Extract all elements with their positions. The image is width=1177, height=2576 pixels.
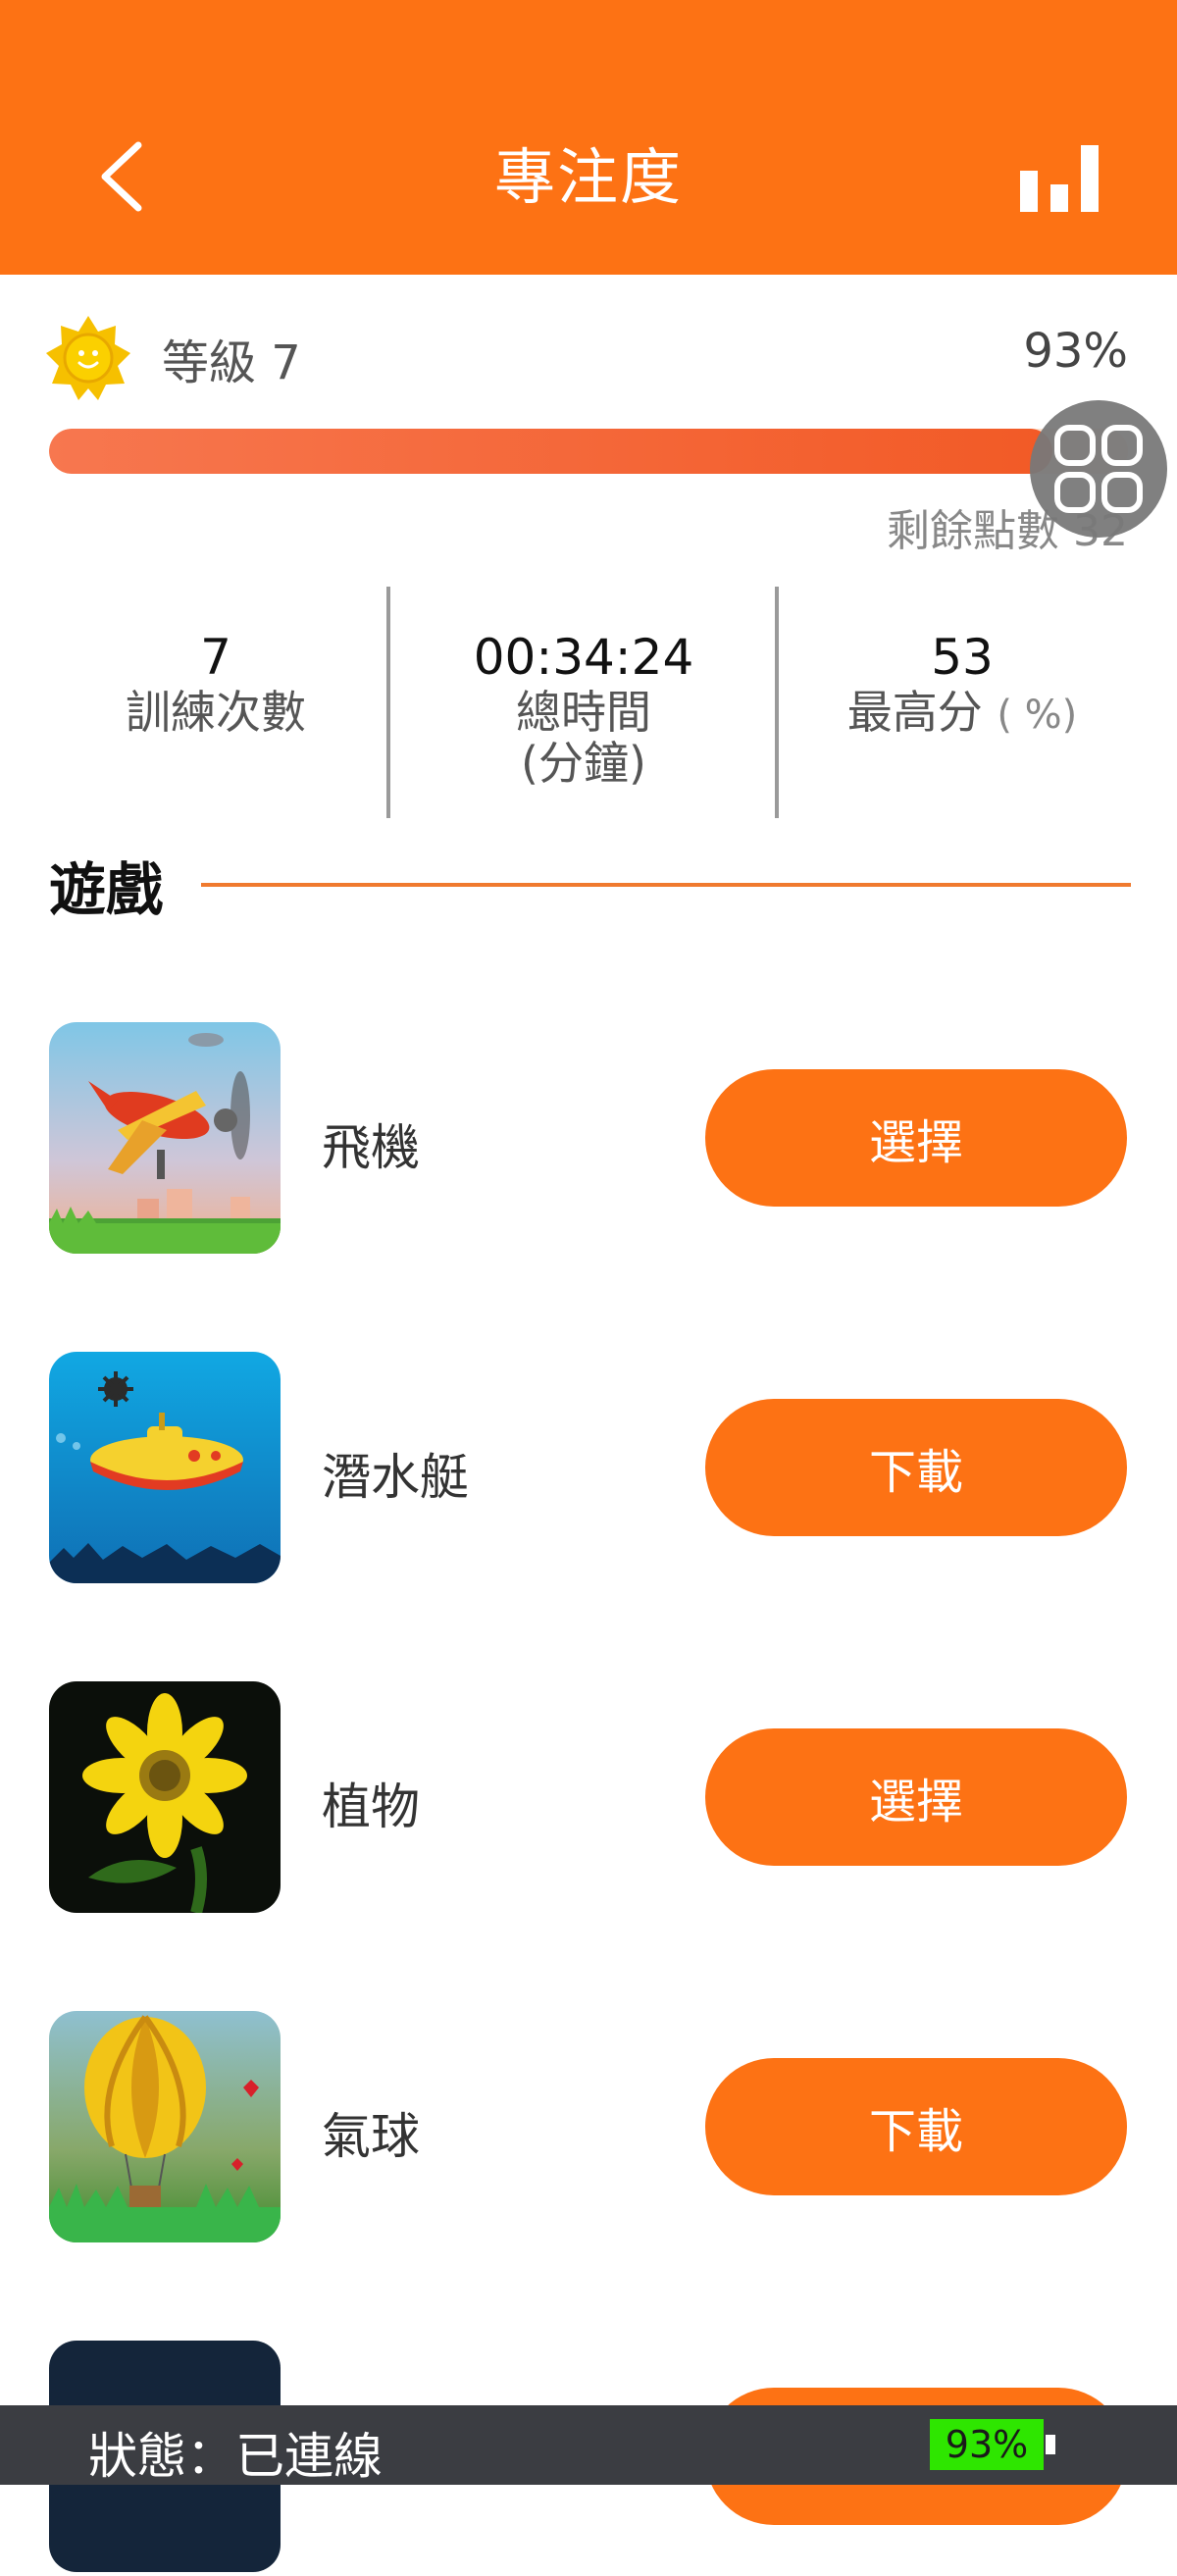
- game-row-submarine: 潛水艇 下載: [0, 1352, 1177, 1587]
- stat-unit: ( %): [997, 693, 1078, 738]
- battery-percent: 93%: [945, 2423, 1029, 2466]
- app-header: 專注度: [0, 0, 1177, 275]
- game-row-balloon: 氣球 下載: [0, 2011, 1177, 2246]
- balloon-thumbnail: [49, 2011, 281, 2242]
- airplane-thumbnail: [49, 1022, 281, 1254]
- connection-status: 狀態：已連線: [88, 2428, 383, 2485]
- game-name: 植物: [322, 1778, 420, 1835]
- battery-tip: [1046, 2435, 1055, 2454]
- submarine-thumbnail: [49, 1352, 281, 1583]
- stat-label: 最高分 ( %): [781, 687, 1144, 741]
- stat-value: 53: [931, 629, 994, 686]
- game-row-airplane: 飛機 選擇: [0, 1022, 1177, 1258]
- download-button[interactable]: 下載: [705, 1399, 1127, 1536]
- battery-indicator: 93%: [930, 2419, 1055, 2470]
- section-divider: [201, 883, 1131, 887]
- level-percent: 93%: [1023, 324, 1128, 379]
- section-title-games: 遊戲: [49, 856, 164, 923]
- stat-total-time: 00:34:24 總時間 (分鐘): [392, 628, 775, 789]
- status-bar: 狀態：已連線 93%: [0, 2405, 1177, 2485]
- stat-divider: [386, 587, 390, 818]
- select-button[interactable]: 選擇: [705, 1069, 1127, 1207]
- stat-value: 7: [200, 629, 231, 686]
- sunflower-thumbnail: [49, 1681, 281, 1913]
- level-progress-bar: [49, 429, 1128, 474]
- stat-label: 總時間: [516, 686, 651, 739]
- game-name: 飛機: [322, 1119, 420, 1176]
- level-progress-fill: [49, 429, 1052, 474]
- stat-label-unit: (分鐘): [521, 737, 646, 790]
- stat-value: 00:34:24: [473, 629, 694, 686]
- floating-menu-button[interactable]: [1030, 400, 1167, 538]
- stat-high-score: 53 最高分 ( %): [781, 628, 1144, 741]
- stat-label-text: 最高分: [846, 686, 983, 739]
- game-name: 潛水艇: [322, 1449, 469, 1506]
- level-label: 等級 7: [162, 335, 301, 390]
- sun-level-icon: [46, 316, 130, 400]
- stat-training-count: 7 訓練次數: [49, 628, 383, 738]
- page-title: 專注度: [493, 141, 683, 213]
- game-row-plant: 植物 選擇: [0, 1681, 1177, 1917]
- bar-chart-icon[interactable]: [1020, 145, 1099, 212]
- stat-divider: [775, 587, 779, 818]
- download-button[interactable]: 下載: [705, 2058, 1127, 2195]
- stat-label: 訓練次數: [126, 686, 306, 739]
- select-button[interactable]: 選擇: [705, 1728, 1127, 1866]
- game-name: 氣球: [322, 2108, 420, 2165]
